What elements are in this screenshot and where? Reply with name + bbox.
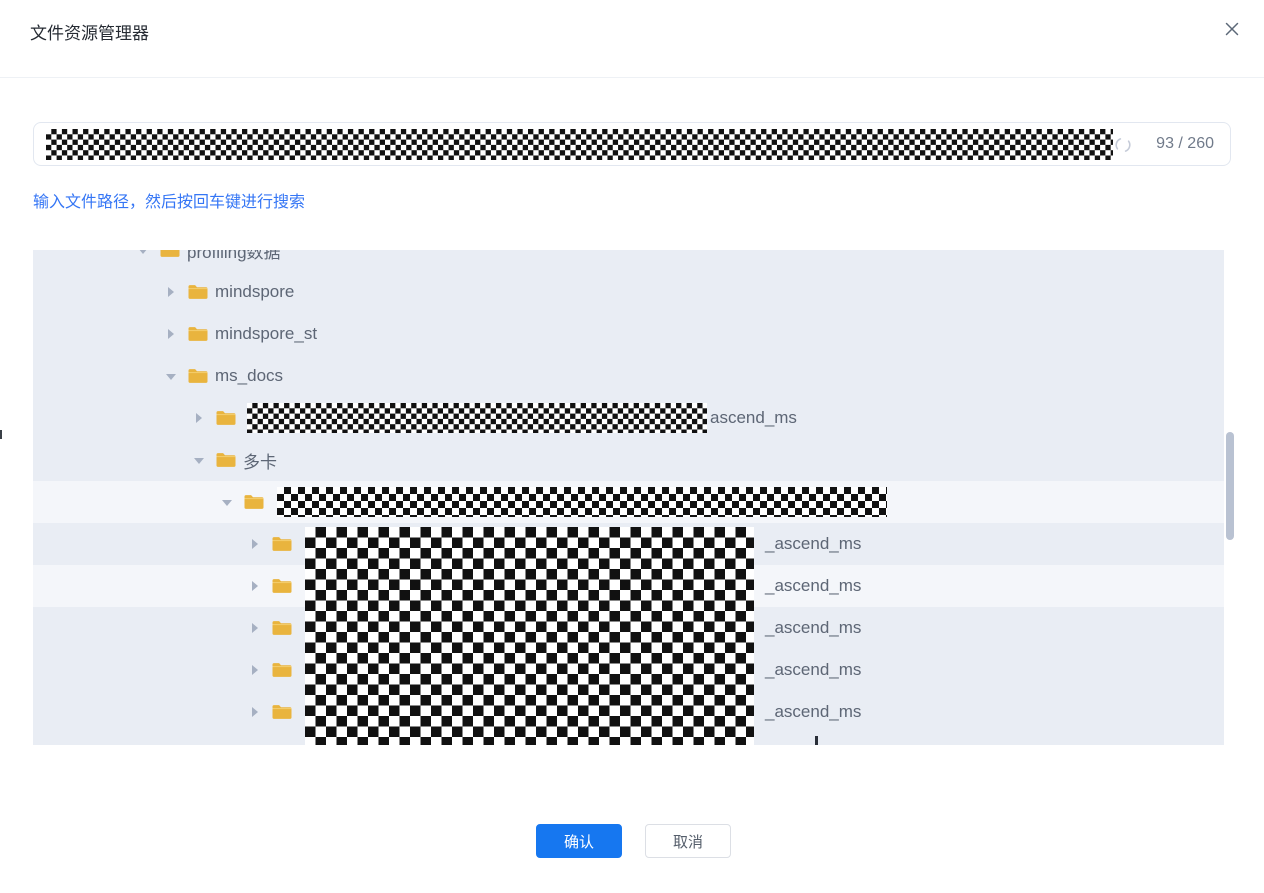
tree-row-ms-docs[interactable]: ms_docs <box>33 355 1224 397</box>
chevron-right-icon[interactable] <box>166 329 176 339</box>
tree-row-label: ms_docs <box>215 366 283 386</box>
close-icon <box>1223 20 1241 41</box>
tree-row-redacted-ascend-ms[interactable]: ascend_ms <box>33 397 1224 439</box>
search-hint-text: 输入文件路径，然后按回车键进行搜索 <box>33 188 305 212</box>
chevron-right-icon[interactable] <box>194 413 204 423</box>
dialog-header: 文件资源管理器 <box>0 0 1264 78</box>
chevron-right-icon[interactable] <box>250 623 260 633</box>
tree-row-profiling[interactable]: profiling数据 <box>33 250 1224 271</box>
tree-row-label: _ascend_ms <box>765 702 861 722</box>
char-counter: 93 / 260 <box>1156 123 1214 165</box>
tree-row-label: mindspore_st <box>215 324 317 344</box>
folder-icon <box>188 368 208 384</box>
chevron-down-icon[interactable] <box>194 455 204 465</box>
tree-row-duoka[interactable]: 多卡 <box>33 439 1224 481</box>
cancel-button[interactable]: 取消 <box>645 824 731 858</box>
confirm-button[interactable]: 确认 <box>536 824 622 858</box>
folder-icon <box>272 578 292 594</box>
folder-icon <box>272 536 292 552</box>
tree-row-label: profiling数据 <box>187 250 281 263</box>
folder-icon <box>188 326 208 342</box>
chevron-down-icon[interactable] <box>222 497 232 507</box>
folder-icon <box>188 284 208 300</box>
redacted-name <box>247 403 707 433</box>
chevron-down-icon[interactable] <box>138 250 148 255</box>
chevron-right-icon[interactable] <box>250 539 260 549</box>
loading-spinner-icon <box>1114 136 1132 159</box>
redacted-subtree-block <box>305 527 754 745</box>
tree-row-label: mindspore <box>215 282 294 302</box>
file-tree-panel[interactable]: profiling数据 mindspore mindspore_st ms_do… <box>33 250 1224 745</box>
clipped-text-fragment <box>815 736 818 745</box>
chevron-right-icon[interactable] <box>250 581 260 591</box>
folder-icon <box>244 494 264 510</box>
chevron-down-icon[interactable] <box>166 371 176 381</box>
folder-icon <box>160 250 180 258</box>
folder-icon <box>216 410 236 426</box>
tree-scrollbar-thumb[interactable] <box>1226 432 1234 540</box>
screen-edge-artifact <box>0 430 2 439</box>
folder-icon <box>272 662 292 678</box>
tree-row-label: _ascend_ms <box>765 660 861 680</box>
chevron-right-icon[interactable] <box>250 707 260 717</box>
tree-row-label: _ascend_ms <box>765 618 861 638</box>
folder-icon <box>272 620 292 636</box>
tree-row-label: _ascend_ms <box>765 534 861 554</box>
folder-icon <box>272 704 292 720</box>
tree-row-mindspore-st[interactable]: mindspore_st <box>33 313 1224 355</box>
dialog-title: 文件资源管理器 <box>30 19 149 44</box>
close-button[interactable] <box>1218 16 1246 44</box>
folder-icon <box>216 452 236 468</box>
redacted-path-text <box>46 129 1113 160</box>
redacted-name <box>277 487 887 517</box>
file-path-input[interactable]: 93 / 260 <box>33 122 1231 166</box>
tree-row-label: ascend_ms <box>710 408 797 428</box>
chevron-right-icon[interactable] <box>250 665 260 675</box>
tree-row-label: 多卡 <box>243 448 277 473</box>
tree-row-mindspore[interactable]: mindspore <box>33 271 1224 313</box>
tree-row-label: _ascend_ms <box>765 576 861 596</box>
tree-row-redacted-parent[interactable] <box>33 481 1224 523</box>
chevron-right-icon[interactable] <box>166 287 176 297</box>
